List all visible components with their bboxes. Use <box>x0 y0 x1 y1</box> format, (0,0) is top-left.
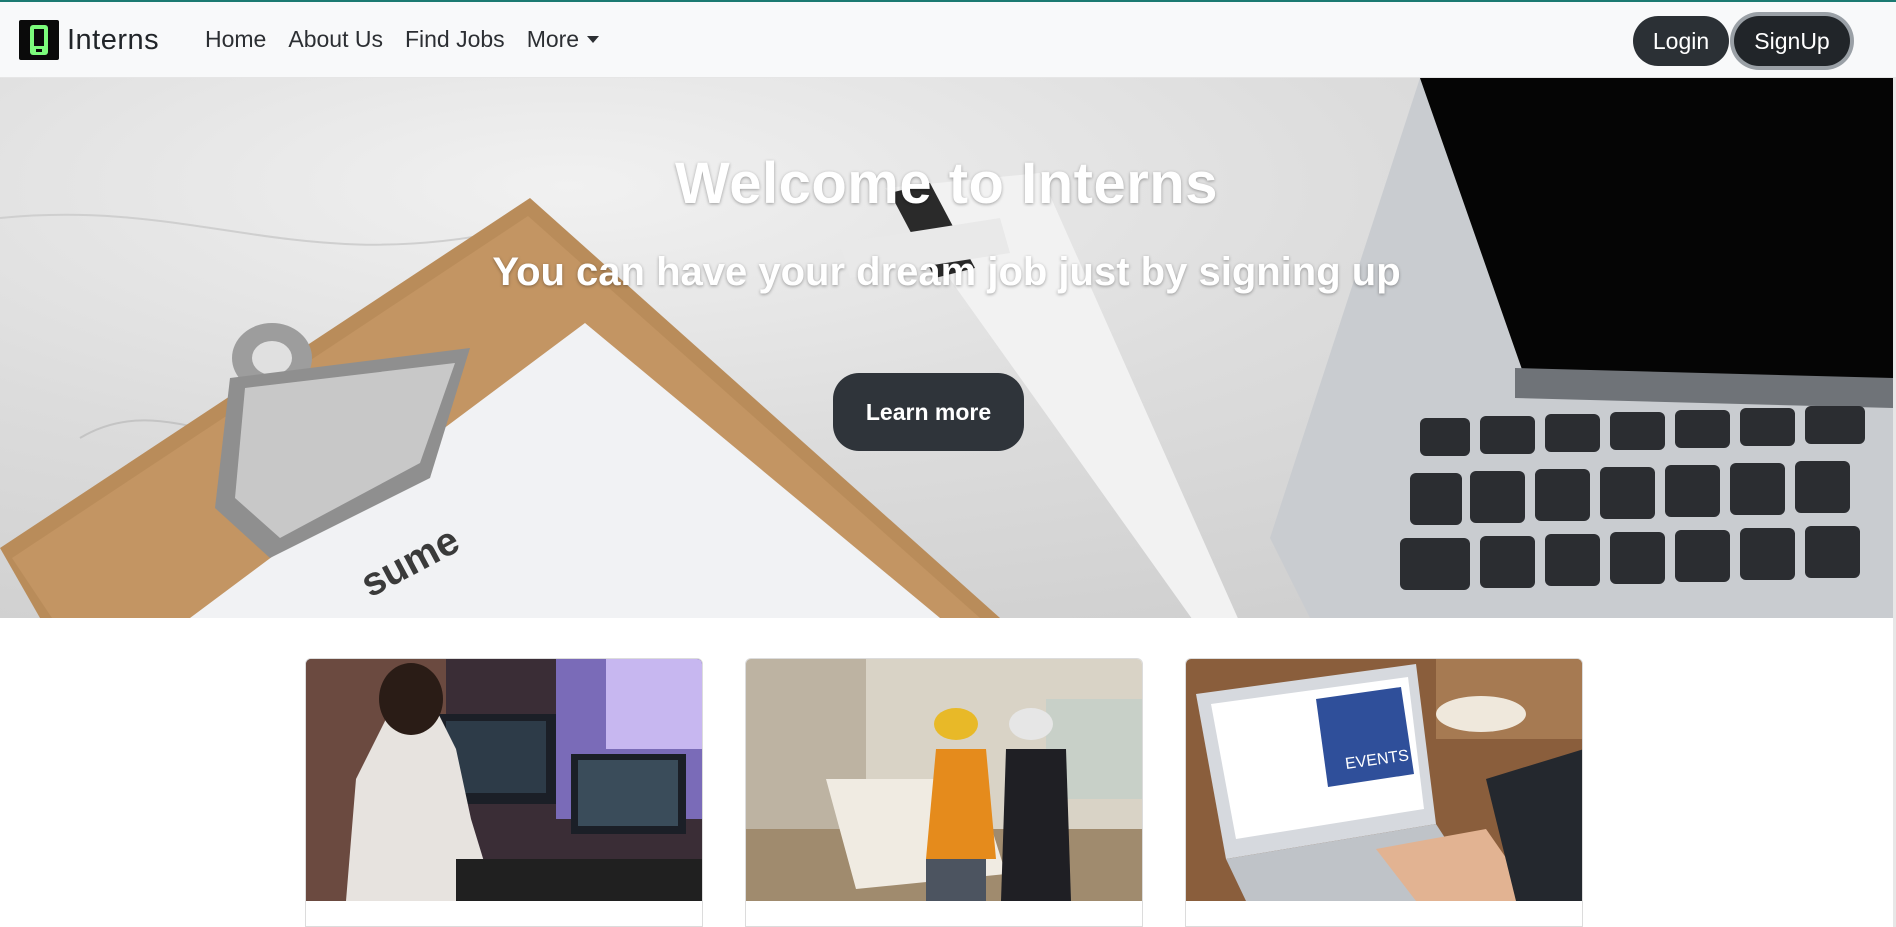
caret-down-icon <box>587 36 600 43</box>
learn-more-button[interactable]: Learn more <box>833 373 1024 451</box>
phone-logo-icon <box>19 20 59 60</box>
nav-home[interactable]: Home <box>205 26 266 53</box>
card-events[interactable]: EVENTS <box>1185 658 1583 927</box>
brand-name: Interns <box>67 23 160 56</box>
engineers-with-blueprint-photo <box>746 659 1142 901</box>
nav-more-label: More <box>526 26 580 52</box>
card-person-at-computer[interactable] <box>305 658 703 927</box>
nav-more-dropdown[interactable]: More <box>526 26 600 53</box>
hero-subtitle: You can have your dream job just by sign… <box>492 250 1401 294</box>
person-at-computer-photo <box>306 659 702 901</box>
login-button[interactable]: Login <box>1633 16 1729 66</box>
nav-find-jobs[interactable]: Find Jobs <box>405 26 505 53</box>
hero-title: Welcome to Interns <box>675 151 1218 216</box>
nav-about-us[interactable]: About Us <box>288 26 383 53</box>
events-laptop-photo: EVENTS <box>1186 659 1582 901</box>
signup-button[interactable]: SignUp <box>1734 16 1850 66</box>
hero-banner: sume Welcome to Interns You can have you… <box>0 78 1893 618</box>
navbar: Interns Home About Us Find Jobs More Log… <box>0 2 1896 78</box>
card-engineers[interactable] <box>745 658 1143 927</box>
brand[interactable]: Interns <box>19 20 159 60</box>
nav-links: Home About Us Find Jobs More <box>205 26 621 53</box>
